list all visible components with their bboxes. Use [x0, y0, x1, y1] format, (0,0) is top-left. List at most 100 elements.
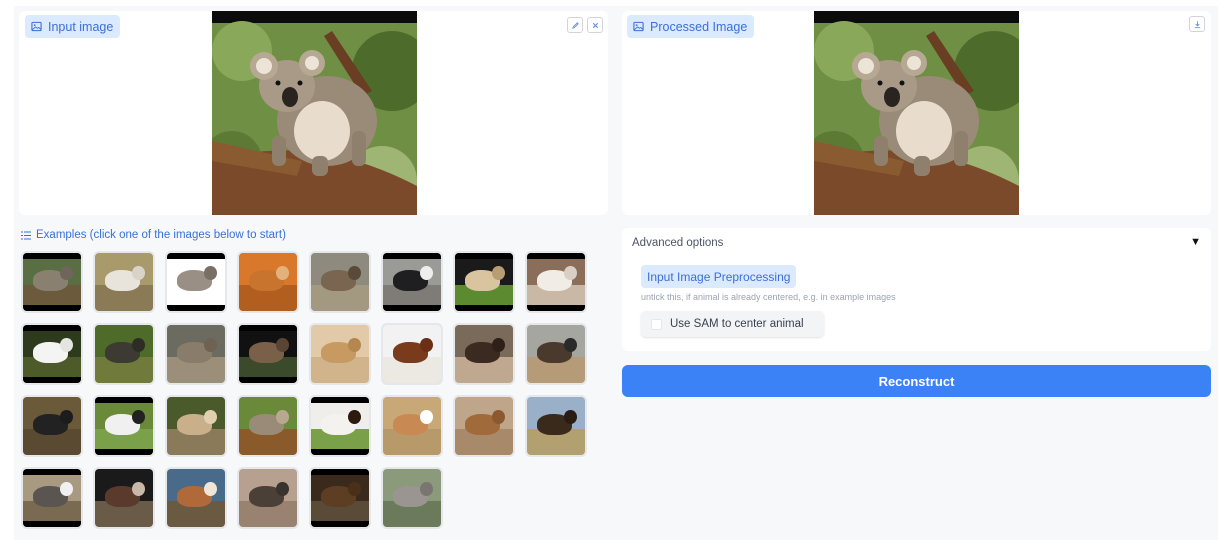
advanced-options-toggle[interactable]: Advanced options [632, 237, 723, 249]
example-bar-t [311, 469, 369, 475]
example-thumb-okapi[interactable] [93, 467, 155, 529]
sam-center-checkbox[interactable] [651, 318, 662, 330]
reconstruct-button[interactable]: Reconstruct [622, 365, 1211, 397]
example-bar-b [239, 377, 297, 383]
example-thumb-zebra[interactable] [93, 395, 155, 457]
example-thumb-collie[interactable] [309, 395, 371, 457]
example-thumb-capybara[interactable] [237, 323, 299, 385]
processed-image-panel: Processed Image [622, 11, 1211, 215]
example-thumb-armadillo[interactable] [381, 467, 443, 529]
example-head [348, 337, 361, 352]
example-head [276, 481, 289, 496]
example-bar-t [383, 253, 441, 259]
sam-center-checkbox-row[interactable]: Use SAM to center animal [641, 311, 824, 337]
example-thumb-goat[interactable] [525, 251, 587, 313]
example-bar-t [167, 253, 225, 259]
example-thumb-sheep[interactable] [93, 251, 155, 313]
edit-button[interactable] [567, 17, 583, 33]
example-bar-b [383, 305, 441, 311]
example-thumb-buffalo[interactable] [93, 323, 155, 385]
example-head [564, 337, 577, 352]
example-bar-t [23, 325, 81, 331]
example-head [348, 265, 361, 280]
examples-label: Examples (click one of the images below … [21, 229, 286, 241]
example-head [132, 481, 145, 496]
example-bar-t [527, 253, 585, 259]
example-bar-t [311, 397, 369, 403]
example-head [204, 337, 217, 352]
examples-grid [21, 251, 587, 529]
image-icon [633, 21, 644, 32]
example-thumb-beaver[interactable] [309, 467, 371, 529]
example-head [276, 265, 289, 280]
example-head [564, 409, 577, 424]
download-icon [1194, 20, 1200, 28]
example-head [492, 265, 505, 280]
example-thumb-pony[interactable] [165, 467, 227, 529]
caret-down-icon[interactable]: ▼ [1190, 236, 1201, 248]
example-bar-t [455, 253, 513, 259]
example-thumb-ostrich[interactable] [525, 323, 587, 385]
example-thumb-prairie-dog[interactable] [309, 323, 371, 385]
processed-koala-image [814, 11, 1019, 215]
example-head [204, 265, 217, 280]
processed-image-label: Processed Image [627, 15, 755, 38]
example-head [60, 337, 73, 352]
sam-center-checkbox-label: Use SAM to center animal [670, 318, 804, 330]
example-head [420, 481, 433, 496]
example-head [204, 409, 217, 424]
example-thumb-wolf[interactable] [165, 323, 227, 385]
example-bar-b [23, 521, 81, 527]
list-icon [21, 231, 31, 239]
input-image-panel[interactable]: Input image [19, 11, 608, 215]
example-bar-b [167, 305, 225, 311]
example-bar-t [23, 253, 81, 259]
input-koala-image [212, 11, 417, 215]
example-bar-b [527, 305, 585, 311]
example-thumb-fox-kit[interactable] [237, 467, 299, 529]
examples-label-text: Examples (click one of the images below … [36, 229, 286, 241]
input-image-label: Input image [25, 15, 121, 38]
example-thumb-tapir[interactable] [21, 395, 83, 457]
example-head [348, 409, 361, 424]
example-bar-b [23, 377, 81, 383]
example-head [60, 409, 73, 424]
example-thumb-lynx[interactable] [165, 395, 227, 457]
example-thumb-badger[interactable] [21, 467, 83, 529]
example-head [348, 481, 361, 496]
example-bar-b [455, 305, 513, 311]
example-thumb-bison[interactable] [525, 395, 587, 457]
example-head [60, 481, 73, 496]
example-bar-t [23, 469, 81, 475]
example-head [420, 409, 433, 424]
example-thumb-anteater[interactable] [165, 251, 227, 313]
example-thumb-dog[interactable] [381, 251, 443, 313]
example-thumb-setter[interactable] [381, 323, 443, 385]
example-thumb-koala[interactable] [237, 395, 299, 457]
example-head [420, 337, 433, 352]
example-thumb-mountain-goat[interactable] [21, 323, 83, 385]
pencil-icon [571, 21, 579, 29]
download-button[interactable] [1189, 16, 1205, 32]
example-thumb-zebra-foal[interactable] [453, 251, 515, 313]
image-icon [31, 21, 42, 32]
example-head [492, 337, 505, 352]
example-head [420, 265, 433, 280]
example-thumb-boar[interactable] [21, 251, 83, 313]
example-head [564, 265, 577, 280]
clear-button[interactable] [587, 17, 603, 33]
example-bar-t [239, 325, 297, 331]
example-head [204, 481, 217, 496]
preprocessing-hint: untick this, if animal is already center… [641, 292, 896, 302]
example-bar-b [23, 305, 81, 311]
example-thumb-weasel[interactable] [237, 251, 299, 313]
example-thumb-impala[interactable] [453, 395, 515, 457]
example-head [492, 409, 505, 424]
example-thumb-gazelle[interactable] [381, 395, 443, 457]
example-thumb-bighorn[interactable] [309, 251, 371, 313]
example-thumb-otter[interactable] [453, 323, 515, 385]
example-bar-t [95, 397, 153, 403]
example-head [276, 409, 289, 424]
example-head [132, 265, 145, 280]
example-bar-b [95, 449, 153, 455]
